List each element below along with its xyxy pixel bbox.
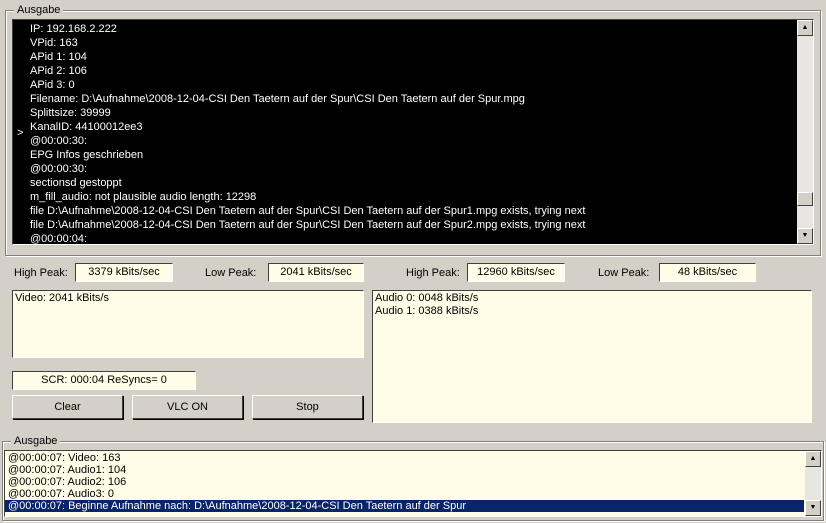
log-line-selected[interactable]: @00:00:07: Beginne Aufnahme nach: D:\Auf… xyxy=(5,500,804,512)
console-line: APid 3: 0 xyxy=(30,79,75,91)
audio-low-peak-value: 48 kBits/sec xyxy=(659,263,756,282)
arrow-up-icon[interactable]: ▲ xyxy=(797,20,813,36)
console-line: VPid: 163 xyxy=(30,37,78,49)
audio-high-peak-label: High Peak: xyxy=(406,267,460,279)
audio-high-peak-value: 12960 kBits/sec xyxy=(467,263,565,282)
audio-bitrate-line: Audio 0: 0048 kBits/s xyxy=(375,292,479,304)
console-line: APid 1: 104 xyxy=(30,51,87,63)
console-line: file D:\Aufnahme\2008-12-04-CSI Den Taet… xyxy=(30,205,586,217)
console-scrollbar[interactable]: ▲ ▼ xyxy=(797,20,813,244)
console-lines: IP: 192.168.2.222 VPid: 163 APid 1: 104 … xyxy=(30,22,795,245)
audio-bitrate-box: Audio 0: 0048 kBits/s Audio 1: 0388 kBit… xyxy=(372,290,812,423)
stop-button[interactable]: Stop xyxy=(252,395,363,419)
console-line: APid 2: 106 xyxy=(30,65,87,77)
console-line: @00:00:04: xyxy=(30,233,88,245)
console-line: EPG Infos geschrieben xyxy=(30,149,144,161)
console-line: KanalID: 44100012ee3 xyxy=(30,121,143,133)
audio-low-peak-label: Low Peak: xyxy=(598,267,650,279)
clear-button[interactable]: Clear xyxy=(12,395,123,419)
output-console[interactable]: > IP: 192.168.2.222 VPid: 163 APid 1: 10… xyxy=(12,19,814,245)
scr-status: SCR: 000:04 ReSyncs= 0 xyxy=(12,371,196,390)
console-line: file D:\Aufnahme\2008-12-04-CSI Den Taet… xyxy=(30,219,586,231)
log-line[interactable]: @00:00:07: Audio1: 104 xyxy=(5,464,821,476)
video-bitrate-line: Video: 2041 kBits/s xyxy=(15,292,109,304)
log-line[interactable]: @00:00:07: Audio2: 106 xyxy=(5,476,821,488)
video-high-peak-value: 3379 kBits/sec xyxy=(75,263,173,282)
log-line[interactable]: @00:00:07: Video: 163 xyxy=(5,452,821,464)
log-scrollbar[interactable]: ▲ ▼ xyxy=(805,451,821,516)
arrow-down-icon[interactable]: ▼ xyxy=(805,500,821,516)
console-line: Filename: D:\Aufnahme\2008-12-04-CSI Den… xyxy=(30,93,525,105)
console-line: sectionsd gestoppt xyxy=(30,177,122,189)
log-line[interactable]: @00:00:07: Audio3: 0 xyxy=(5,488,821,500)
video-low-peak-value: 2041 kBits/sec xyxy=(268,263,364,282)
video-bitrate-box: Video: 2041 kBits/s xyxy=(12,290,364,358)
vlc-on-button[interactable]: VLC ON xyxy=(132,395,243,419)
audio-bitrate-line: Audio 1: 0388 kBits/s xyxy=(375,305,479,317)
video-high-peak-label: High Peak: xyxy=(14,267,68,279)
video-low-peak-label: Low Peak: xyxy=(205,267,257,279)
console-line: Splittsize: 39999 xyxy=(30,107,111,119)
console-line: @00:00:30: xyxy=(30,135,88,147)
arrow-up-icon[interactable]: ▲ xyxy=(805,451,821,467)
output-group-title: Ausgabe xyxy=(14,3,64,17)
log-group-title: Ausgabe xyxy=(11,434,61,448)
console-scroll-thumb[interactable] xyxy=(797,192,813,206)
console-marker: > xyxy=(17,127,24,139)
console-line: m_fill_audio: not plausible audio length… xyxy=(30,191,257,203)
console-line: IP: 192.168.2.222 xyxy=(30,23,117,35)
log-list[interactable]: @00:00:07: Video: 163 @00:00:07: Audio1:… xyxy=(4,450,822,517)
console-line: @00:00:30: xyxy=(30,163,88,175)
arrow-down-icon[interactable]: ▼ xyxy=(797,228,813,244)
